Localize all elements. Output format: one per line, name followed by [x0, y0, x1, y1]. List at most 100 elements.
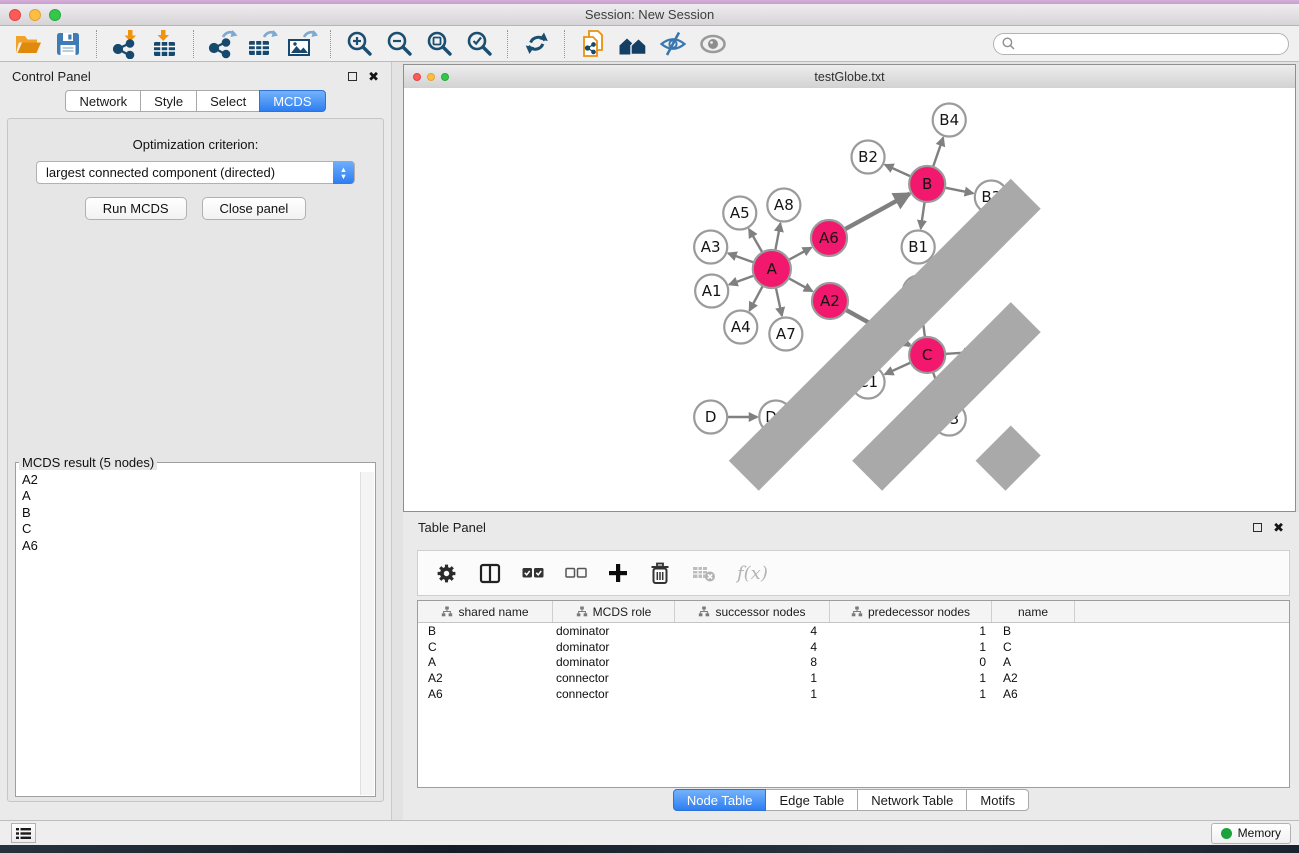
zoom-fit-button[interactable] [419, 28, 459, 60]
tab-select[interactable]: Select [196, 90, 260, 112]
close-panel-icon[interactable]: ✖ [1273, 521, 1284, 534]
toolbar-separator [330, 30, 331, 58]
tab-network-table[interactable]: Network Table [857, 789, 967, 811]
control-panel-header: Control Panel ✖ [0, 62, 391, 90]
search-input[interactable] [1020, 36, 1274, 52]
table-row[interactable]: A2connector11A2 [418, 670, 1289, 686]
tab-mcds[interactable]: MCDS [259, 90, 325, 112]
eye-slash-icon [659, 30, 687, 57]
table-row[interactable]: A6connector11A6 [418, 686, 1289, 702]
table-cell: 8 [675, 655, 830, 669]
import-table-icon [150, 29, 180, 59]
task-history-button[interactable] [11, 823, 36, 843]
mcds-result-item: B [17, 505, 360, 521]
delete-column-trash-icon[interactable] [649, 562, 671, 585]
network-window-titlebar: testGlobe.txt [404, 65, 1295, 89]
tab-network[interactable]: Network [65, 90, 141, 112]
network-from-selection-button[interactable] [573, 28, 613, 60]
criterion-selected-value: largest connected component (directed) [37, 165, 275, 180]
zoom-selected-button[interactable] [459, 28, 499, 60]
mcds-result-title: MCDS result (5 nodes) [19, 455, 157, 470]
close-panel-button[interactable]: Close panel [202, 197, 307, 220]
home-button[interactable] [613, 28, 653, 60]
zoom-fit-icon [426, 30, 453, 57]
network-from-selection-icon [579, 29, 607, 59]
tab-edge-table[interactable]: Edge Table [765, 789, 858, 811]
node-table: shared nameMCDS rolesuccessor nodesprede… [417, 600, 1290, 788]
table-cell: 1 [830, 671, 992, 685]
refresh-button[interactable] [516, 28, 556, 60]
run-mcds-button[interactable]: Run MCDS [85, 197, 187, 220]
table-cell: B [418, 624, 553, 638]
table-row[interactable]: Cdominator41C [418, 639, 1289, 655]
mcds-result-scrollbar[interactable] [360, 472, 374, 795]
resize-grip-icon[interactable] [404, 88, 1295, 511]
table-cell: connector [553, 687, 675, 701]
column-layout-icon[interactable] [479, 563, 501, 584]
table-cell: connector [553, 671, 675, 685]
column-header-successor-nodes[interactable]: successor nodes [675, 601, 830, 622]
mcds-result-item: A6 [17, 538, 360, 554]
hide-graphics-details-button[interactable] [653, 28, 693, 60]
control-panel-tabs: NetworkStyleSelectMCDS [0, 90, 391, 112]
zoom-out-button[interactable] [379, 28, 419, 60]
table-cell: A2 [992, 671, 1075, 685]
window-title: Session: New Session [0, 7, 1299, 22]
mcds-tab-content: Optimization criterion: largest connecte… [7, 118, 384, 802]
mcds-result-item: C [17, 521, 360, 537]
export-image-button[interactable] [282, 28, 322, 60]
save-session-button[interactable] [48, 28, 88, 60]
refresh-icon [523, 30, 550, 57]
table-cell: 1 [675, 671, 830, 685]
zoom-in-button[interactable] [339, 28, 379, 60]
toolbar-separator [193, 30, 194, 58]
import-network-icon [110, 29, 140, 59]
add-column-icon[interactable] [608, 563, 628, 583]
close-panel-icon[interactable]: ✖ [368, 70, 379, 83]
table-cell: dominator [553, 655, 675, 669]
select-all-columns-icon[interactable] [522, 565, 544, 581]
table-toolbar: f(x) [417, 550, 1290, 596]
status-bar: Memory [0, 820, 1299, 845]
toolbar-separator [564, 30, 565, 58]
export-table-button[interactable] [242, 28, 282, 60]
float-panel-icon[interactable] [348, 72, 357, 81]
float-panel-icon[interactable] [1253, 523, 1262, 532]
network-view-window: testGlobe.txt AA6A2BCA1A3A4A5A7A8B1B2B3B… [403, 64, 1296, 512]
delete-table-icon-disabled [692, 563, 716, 583]
column-header-shared-name[interactable]: shared name [418, 601, 553, 622]
table-panel-header: Table Panel ✖ [403, 512, 1299, 542]
open-session-button[interactable] [8, 28, 48, 60]
tab-node-table[interactable]: Node Table [673, 789, 767, 811]
table-cell: 1 [830, 640, 992, 654]
settings-gear-icon[interactable] [435, 562, 458, 585]
table-cell: A [418, 655, 553, 669]
network-canvas[interactable]: AA6A2BCA1A3A4A5A7A8B1B2B3B4C1C2C3C4DD1 [404, 88, 1295, 511]
deselect-all-columns-icon[interactable] [565, 565, 587, 581]
import-table-button[interactable] [145, 28, 185, 60]
list-icon [16, 827, 31, 840]
select-stepper-icon: ▲▼ [333, 161, 354, 184]
table-header-row: shared nameMCDS rolesuccessor nodesprede… [418, 601, 1289, 623]
export-network-button[interactable] [202, 28, 242, 60]
import-network-button[interactable] [105, 28, 145, 60]
column-header-mcds-role[interactable]: MCDS role [553, 601, 675, 622]
show-eye-button[interactable] [693, 28, 733, 60]
main-area: Control Panel ✖ NetworkStyleSelectMCDS O… [0, 62, 1299, 820]
table-header-filler [1075, 601, 1289, 622]
zoom-out-icon [386, 30, 413, 57]
column-header-predecessor-nodes[interactable]: predecessor nodes [830, 601, 992, 622]
table-row[interactable]: Bdominator41B [418, 623, 1289, 639]
criterion-select[interactable]: largest connected component (directed) ▲… [36, 161, 355, 184]
search-field[interactable] [993, 33, 1289, 55]
column-header-name[interactable]: name [992, 601, 1075, 622]
mcds-result-box: MCDS result (5 nodes) A2ABCA6 [15, 455, 376, 797]
table-panel: Table Panel ✖ [403, 512, 1299, 820]
table-row[interactable]: Adominator80A [418, 655, 1289, 671]
tab-motifs[interactable]: Motifs [966, 789, 1029, 811]
memory-button[interactable]: Memory [1211, 823, 1291, 844]
window-titlebar: Session: New Session [0, 4, 1299, 26]
toolbar-separator [96, 30, 97, 58]
tab-style[interactable]: Style [140, 90, 197, 112]
table-cell: dominator [553, 624, 675, 638]
